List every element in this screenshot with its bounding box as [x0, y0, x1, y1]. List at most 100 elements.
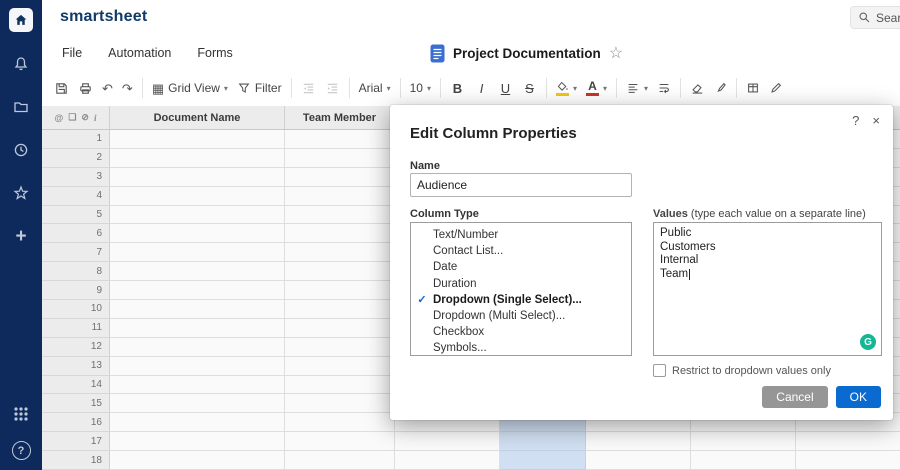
grid-cell[interactable]: [285, 394, 395, 413]
column-type-option[interactable]: ✓Dropdown (Single Select)...: [411, 292, 631, 308]
grid-cell[interactable]: [285, 168, 395, 187]
grid-cell[interactable]: [110, 394, 285, 413]
grid-cell[interactable]: [285, 281, 395, 300]
close-icon[interactable]: ×: [872, 113, 880, 128]
grid-cell[interactable]: [395, 451, 500, 470]
grid-cell[interactable]: [285, 187, 395, 206]
grid-cell[interactable]: [110, 130, 285, 149]
row-number[interactable]: 6: [42, 224, 110, 243]
save-button[interactable]: [54, 81, 69, 96]
clear-formatting-button[interactable]: [690, 81, 704, 95]
dialog-help-icon[interactable]: ?: [852, 113, 859, 128]
grid-cell[interactable]: [110, 432, 285, 451]
column-type-option[interactable]: Symbols...: [411, 340, 631, 356]
grid-cell[interactable]: [285, 432, 395, 451]
row-number[interactable]: 3: [42, 168, 110, 187]
grid-cell[interactable]: [500, 432, 586, 451]
grid-cell[interactable]: [110, 338, 285, 357]
favorites-star-icon[interactable]: [10, 182, 32, 204]
column-type-option[interactable]: Duration: [411, 276, 631, 292]
column-type-option[interactable]: Date: [411, 259, 631, 275]
home-icon[interactable]: [9, 8, 33, 32]
row-number[interactable]: 14: [42, 376, 110, 395]
outdent-button[interactable]: [301, 81, 316, 96]
grid-cell[interactable]: [110, 224, 285, 243]
grid-cell[interactable]: [586, 451, 691, 470]
grid-cell[interactable]: [285, 357, 395, 376]
favorite-star-icon[interactable]: ☆: [609, 43, 623, 63]
grid-cell[interactable]: [110, 451, 285, 470]
grid-cell[interactable]: [110, 243, 285, 262]
grid-cell[interactable]: [285, 149, 395, 168]
column-type-option[interactable]: Dropdown (Multi Select)...: [411, 308, 631, 324]
row-number[interactable]: 15: [42, 394, 110, 413]
edit-pencil-button[interactable]: [769, 81, 783, 95]
wrap-text-button[interactable]: [657, 81, 671, 95]
row-number[interactable]: 7: [42, 243, 110, 262]
row-number[interactable]: 9: [42, 281, 110, 300]
help-icon[interactable]: ?: [12, 441, 31, 460]
grid-cell[interactable]: [110, 357, 285, 376]
notifications-icon[interactable]: [10, 53, 32, 75]
grid-cell[interactable]: [285, 300, 395, 319]
grid-cell[interactable]: [110, 281, 285, 300]
grid-cell[interactable]: [691, 451, 796, 470]
grid-cell[interactable]: [285, 376, 395, 395]
comment-icon[interactable]: ❑: [68, 112, 76, 123]
grid-cell[interactable]: [110, 187, 285, 206]
grid-cell[interactable]: [285, 319, 395, 338]
underline-button[interactable]: U: [498, 81, 513, 96]
grid-cell[interactable]: [395, 432, 500, 451]
filter-button[interactable]: Filter: [237, 81, 282, 95]
row-number[interactable]: 16: [42, 413, 110, 432]
row-number[interactable]: 5: [42, 206, 110, 225]
grid-cell[interactable]: [110, 168, 285, 187]
row-number[interactable]: 1: [42, 130, 110, 149]
column-header-team-member[interactable]: Team Member: [285, 106, 395, 130]
font-size-dropdown[interactable]: 10 ▾: [410, 81, 431, 95]
italic-button[interactable]: I: [474, 81, 489, 96]
row-number[interactable]: 17: [42, 432, 110, 451]
grid-cell[interactable]: [285, 262, 395, 281]
attachment-icon[interactable]: ⊘: [81, 112, 89, 123]
undo-button[interactable]: ↶: [102, 82, 113, 95]
column-type-option[interactable]: Text/Number: [411, 227, 631, 243]
grid-cell[interactable]: [110, 319, 285, 338]
info-icon[interactable]: i: [94, 113, 97, 123]
app-launcher-icon[interactable]: [10, 403, 32, 425]
row-number[interactable]: 2: [42, 149, 110, 168]
values-textarea[interactable]: Public Customers Internal Team G: [653, 222, 882, 356]
at-mention-icon[interactable]: @: [55, 113, 64, 123]
grid-cell[interactable]: [285, 338, 395, 357]
ok-button[interactable]: OK: [836, 386, 881, 408]
search-input[interactable]: Sear: [850, 6, 900, 29]
grid-cell[interactable]: [500, 451, 586, 470]
strikethrough-button[interactable]: S: [522, 81, 537, 96]
menu-file[interactable]: File: [62, 46, 82, 60]
row-number[interactable]: 11: [42, 319, 110, 338]
print-button[interactable]: [78, 81, 93, 96]
row-number[interactable]: 8: [42, 262, 110, 281]
redo-button[interactable]: ↷: [122, 82, 133, 95]
row-number[interactable]: 4: [42, 187, 110, 206]
grid-cell[interactable]: [285, 243, 395, 262]
grid-cell[interactable]: [110, 262, 285, 281]
grid-cell[interactable]: [110, 206, 285, 225]
font-family-dropdown[interactable]: Arial ▾: [359, 81, 391, 95]
grid-cell[interactable]: [110, 149, 285, 168]
grid-cell[interactable]: [586, 432, 691, 451]
column-type-option[interactable]: Checkbox: [411, 324, 631, 340]
recents-clock-icon[interactable]: [10, 139, 32, 161]
row-number[interactable]: 12: [42, 338, 110, 357]
grid-cell[interactable]: [110, 300, 285, 319]
grid-cell[interactable]: [285, 206, 395, 225]
grid-cell[interactable]: [285, 413, 395, 432]
restrict-checkbox[interactable]: [653, 364, 666, 377]
menu-forms[interactable]: Forms: [197, 46, 232, 60]
grid-cell[interactable]: [110, 413, 285, 432]
column-type-option[interactable]: Contact List...: [411, 243, 631, 259]
grid-cell[interactable]: [285, 224, 395, 243]
cancel-button[interactable]: Cancel: [762, 386, 827, 408]
row-number[interactable]: 10: [42, 300, 110, 319]
grid-cell[interactable]: [691, 432, 796, 451]
